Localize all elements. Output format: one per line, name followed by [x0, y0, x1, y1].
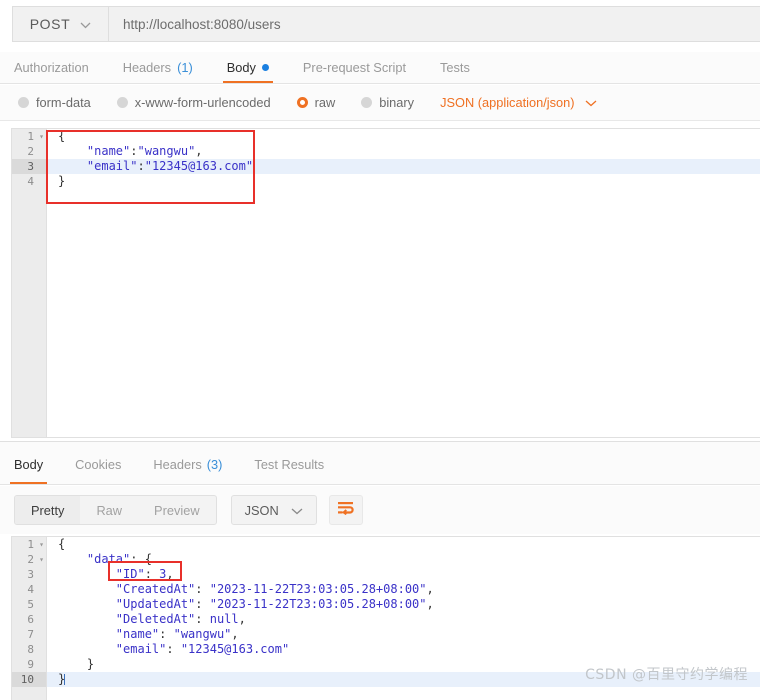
postman-window: POST http://localhost:8080/users Authori…	[0, 0, 760, 700]
tab-label: Test Results	[254, 456, 325, 472]
view-mode-label: Pretty	[31, 502, 65, 518]
tab-body[interactable]: Body	[222, 51, 274, 83]
code-line: "email": "12345@163.com"	[115, 642, 290, 656]
request-url-bar: POST http://localhost:8080/users	[12, 6, 760, 42]
tab-tests[interactable]: Tests	[440, 51, 470, 83]
chevron-down-icon	[80, 16, 91, 32]
tab-count-badge: (3)	[206, 456, 223, 472]
response-format-label: JSON	[244, 502, 279, 518]
view-mode-preview[interactable]: Preview	[138, 496, 216, 524]
tab-label: Headers	[153, 456, 202, 472]
code-line: "ID": 3,	[115, 567, 174, 581]
gutter-line-number: 3	[27, 568, 34, 581]
radio-label: raw	[314, 95, 336, 110]
code-line: "email":"12345@163.com"	[47, 159, 760, 174]
response-tab-strip: Body Cookies Headers (3) Test Results	[0, 442, 760, 485]
radio-dot-icon	[18, 97, 29, 108]
code-line: }	[58, 174, 66, 188]
response-tab-body[interactable]: Body	[9, 444, 48, 484]
code-line: "data": {	[86, 552, 152, 566]
http-method-selector[interactable]: POST	[13, 7, 109, 41]
gutter-line-number: 3	[12, 159, 46, 174]
gutter-line-number: 1 ▾	[27, 129, 44, 144]
fold-toggle-icon[interactable]: ▾	[39, 129, 44, 144]
response-tab-test-results[interactable]: Test Results	[254, 444, 324, 484]
fold-toggle-icon[interactable]: ▾	[39, 552, 44, 567]
radio-label: form-data	[36, 95, 91, 110]
tab-pre-request-script[interactable]: Pre-request Script	[303, 51, 406, 83]
http-method-label: POST	[29, 16, 71, 32]
tab-authorization[interactable]: Authorization	[14, 51, 89, 83]
fold-toggle-icon[interactable]: ▾	[39, 537, 44, 552]
request-editor-code[interactable]: { "name":"wangwu", "email":"12345@163.co…	[47, 129, 760, 437]
view-mode-pretty[interactable]: Pretty	[15, 496, 81, 524]
content-type-selector[interactable]: JSON (application/json)	[440, 95, 596, 110]
tab-headers[interactable]: Headers (1)	[123, 51, 193, 83]
radio-form-data[interactable]: form-data	[18, 95, 91, 110]
response-toolbar: Pretty Raw Preview JSON	[0, 486, 760, 534]
gutter-line-number: 6	[27, 613, 34, 626]
tab-label: Authorization	[14, 59, 89, 75]
request-editor-gutter: 1 ▾ 2 3 4	[12, 129, 47, 437]
tab-label: Body	[14, 456, 44, 472]
tab-count-badge: (1)	[177, 59, 193, 75]
radio-dot-icon	[361, 97, 373, 108]
response-view-mode-group: Pretty Raw Preview	[14, 495, 217, 525]
gutter-line-number: 9	[27, 658, 34, 671]
gutter-line-number: 5	[27, 598, 34, 611]
request-body-editor[interactable]: 1 ▾ 2 3 4 { "name":"wangwu", "email":"12345@…	[11, 128, 760, 438]
content-type-label: JSON (application/json)	[440, 95, 575, 110]
code-line: "CreatedAt": "2023-11-22T23:03:05.28+08:…	[115, 582, 434, 596]
watermark: CSDN @百里守约学编程	[585, 667, 748, 683]
code-line: "name":"wangwu",	[86, 144, 203, 158]
url-input[interactable]: http://localhost:8080/users	[109, 7, 760, 41]
view-mode-raw[interactable]: Raw	[80, 496, 138, 524]
radio-raw[interactable]: raw	[296, 95, 336, 110]
gutter-line-number: 1 ▾	[27, 537, 44, 552]
response-format-selector[interactable]: JSON	[230, 495, 317, 525]
code-line: "name": "wangwu",	[115, 627, 239, 641]
url-text: http://localhost:8080/users	[123, 16, 281, 32]
tab-label: Headers	[122, 59, 172, 75]
view-mode-label: Preview	[154, 502, 200, 518]
gutter-line-number: 4	[27, 583, 34, 596]
radio-dot-icon-selected	[296, 97, 308, 108]
body-modified-dot-icon	[261, 63, 269, 71]
response-tab-headers[interactable]: Headers (3)	[153, 444, 222, 484]
word-wrap-icon	[337, 501, 355, 520]
gutter-line-number: 10	[12, 672, 46, 687]
radio-x-www-form-urlencoded[interactable]: x-www-form-urlencoded	[116, 95, 271, 110]
tab-label: Tests	[440, 59, 470, 75]
gutter-line-number: 2 ▾	[27, 552, 44, 567]
tab-label: Pre-request Script	[302, 59, 407, 75]
response-tab-cookies[interactable]: Cookies	[75, 444, 121, 484]
tab-label: Body	[226, 59, 256, 75]
gutter-line-number: 8	[27, 643, 34, 656]
gutter-line-number: 2	[27, 145, 34, 158]
gutter-line-number: 7	[27, 628, 34, 641]
body-type-row: form-data x-www-form-urlencoded raw bina…	[0, 85, 760, 121]
chevron-down-icon	[291, 503, 303, 518]
chevron-down-icon	[585, 95, 597, 110]
code-line: {	[58, 129, 66, 143]
radio-label: x-www-form-urlencoded	[134, 95, 271, 110]
code-line: {	[58, 537, 66, 551]
request-tab-strip: Authorization Headers (1) Body Pre-reque…	[0, 52, 760, 84]
tab-label: Cookies	[75, 456, 122, 472]
response-editor-gutter: 1 ▾ 2 ▾ 3 4 5 6 7 8 9 10	[12, 537, 47, 700]
radio-label: binary	[379, 95, 415, 110]
code-line: "UpdatedAt": "2023-11-22T23:03:05.28+08:…	[115, 597, 434, 611]
word-wrap-toggle-button[interactable]	[328, 495, 363, 525]
gutter-line-number: 4	[27, 175, 34, 188]
view-mode-label: Raw	[96, 502, 123, 518]
code-line: "DeletedAt": null,	[115, 612, 246, 626]
radio-dot-icon	[116, 97, 128, 108]
radio-binary[interactable]: binary	[361, 95, 414, 110]
